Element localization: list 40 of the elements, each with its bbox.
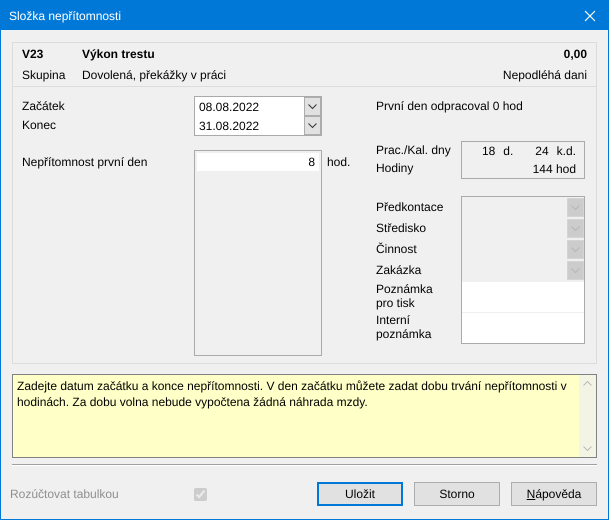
dialog-button[interactable]: Nápověda [511, 482, 597, 506]
calendar-days-value: 24 [535, 143, 549, 160]
field-caption: Zakázka [376, 262, 422, 278]
note-field[interactable] [462, 313, 584, 343]
split-caption: Rozúčtovat tabulkou [10, 486, 120, 503]
work-days-value: 18 [482, 143, 496, 160]
chevron-down-icon [308, 122, 317, 128]
first-day-caption: Nepřítomnost první den [22, 154, 148, 171]
dialog-button[interactable]: Uložit [317, 482, 403, 506]
dropdown-button[interactable] [304, 116, 321, 135]
window-title: Složka nepřítomnosti [9, 8, 122, 24]
unit-label: hod. [327, 154, 350, 171]
group-label: Dovolená, překážky v práci [82, 67, 228, 84]
field-caption: Středisko [376, 220, 428, 236]
days-caption: Prac./Kal. dny [376, 142, 452, 159]
amount-label: 0,00 [564, 46, 587, 63]
group-caption: Skupina [22, 67, 66, 84]
calendar-days-unit: k.d. [556, 143, 576, 160]
field-caption: Poznámka pro tisk [376, 280, 434, 311]
hours-caption: Hodiny [376, 160, 414, 177]
work-days-unit: d. [503, 143, 514, 160]
first-day-field[interactable]: 8 [197, 153, 319, 171]
code-label: V23 [22, 46, 44, 63]
date-caption: Začátek [22, 98, 66, 114]
field-caption: Předkontace [376, 198, 444, 216]
note-field[interactable] [462, 282, 584, 312]
hours-value: 144 hod [532, 161, 576, 178]
dialog-button[interactable]: Storno [414, 482, 500, 506]
chevron-down-icon [308, 104, 317, 110]
field-caption: Interní poznámka [376, 312, 432, 342]
date-caption: Konec [22, 116, 58, 134]
scroll-up-icon [583, 381, 592, 386]
field-caption: Činnost [376, 240, 418, 258]
dropdown-button[interactable] [304, 97, 321, 116]
tax-label: Nepodléhá dani [502, 67, 587, 84]
close-icon [584, 10, 596, 22]
name-label: Výkon trestu [82, 46, 156, 63]
first-day-note: První den odpracoval 0 hod [376, 98, 524, 114]
help-text: Zadejte datum začátku a konce nepřítomnosti. V den začátku můžete zadat dobu trvání nepřítomnosti v hodinách. Za dobu volna nebude vypočtena žádná náhrada mzdy. [16, 378, 568, 411]
scroll-down-icon [583, 446, 592, 451]
